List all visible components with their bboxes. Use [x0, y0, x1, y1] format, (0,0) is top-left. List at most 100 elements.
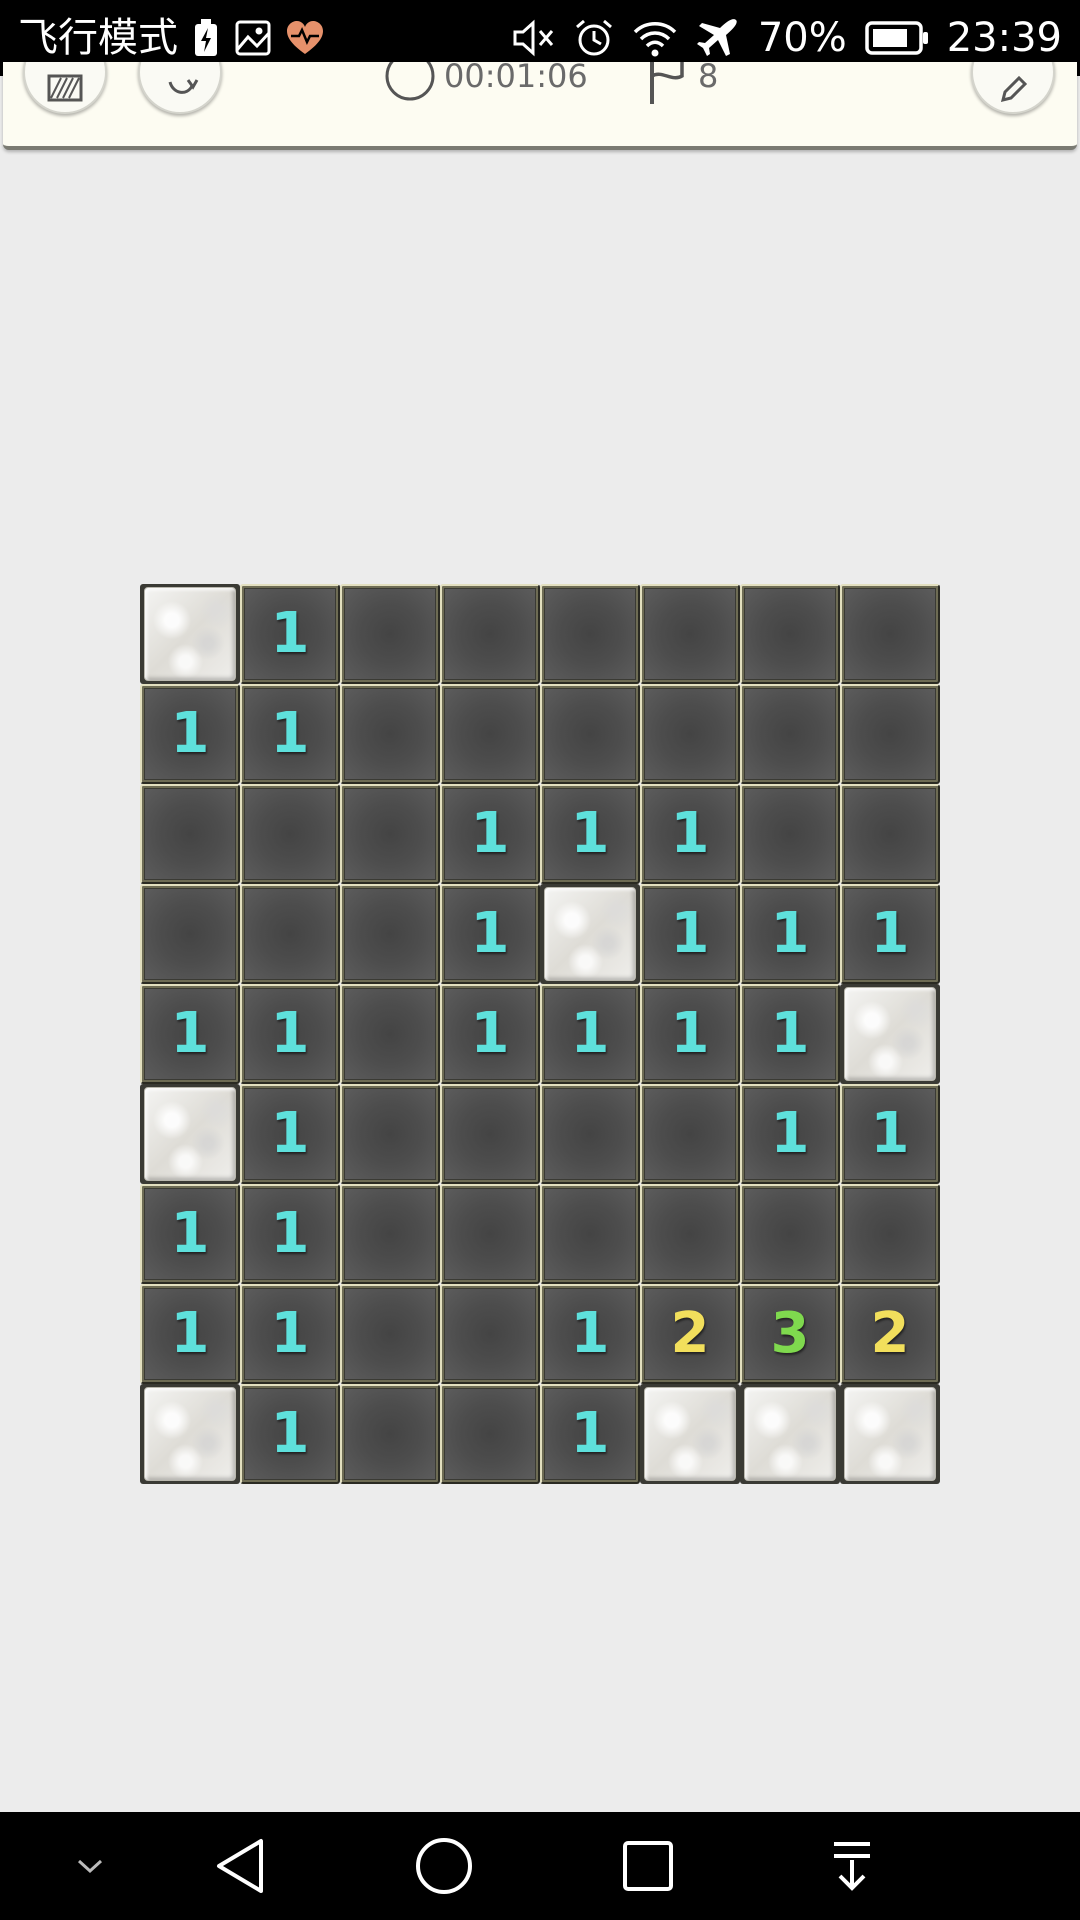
- revealed-empty-cell[interactable]: [840, 584, 940, 684]
- revealed-empty-cell[interactable]: [340, 1084, 440, 1184]
- number-cell[interactable]: 1: [240, 1084, 340, 1184]
- number-cell[interactable]: 1: [240, 1184, 340, 1284]
- wifi-icon: [632, 18, 678, 58]
- revealed-empty-cell[interactable]: [840, 784, 940, 884]
- recents-button[interactable]: [588, 1812, 708, 1920]
- number-cell[interactable]: 1: [640, 984, 740, 1084]
- number-cell[interactable]: 3: [740, 1284, 840, 1384]
- cell-number: 1: [570, 1001, 610, 1066]
- revealed-empty-cell[interactable]: [640, 1084, 740, 1184]
- covered-cell[interactable]: [840, 984, 940, 1084]
- heart-rate-icon: [286, 20, 324, 56]
- revealed-empty-cell[interactable]: [340, 984, 440, 1084]
- covered-cell[interactable]: [640, 1384, 740, 1484]
- revealed-empty-cell[interactable]: [540, 684, 640, 784]
- revealed-empty-cell[interactable]: [840, 684, 940, 784]
- revealed-empty-cell[interactable]: [740, 684, 840, 784]
- number-cell[interactable]: 1: [740, 984, 840, 1084]
- number-cell[interactable]: 1: [540, 984, 640, 1084]
- revealed-empty-cell[interactable]: [440, 584, 540, 684]
- number-cell[interactable]: 1: [440, 984, 540, 1084]
- revealed-empty-cell[interactable]: [740, 1184, 840, 1284]
- number-cell[interactable]: 1: [840, 1084, 940, 1184]
- revealed-empty-cell[interactable]: [640, 1184, 740, 1284]
- number-cell[interactable]: 1: [640, 884, 740, 984]
- revealed-empty-cell[interactable]: [340, 1184, 440, 1284]
- number-cell[interactable]: 1: [740, 884, 840, 984]
- number-cell[interactable]: 1: [140, 1284, 240, 1384]
- number-cell[interactable]: 1: [540, 784, 640, 884]
- cell-number: 1: [770, 901, 810, 966]
- cell-stone-cover: [144, 1387, 236, 1481]
- revealed-empty-cell[interactable]: [440, 1384, 540, 1484]
- revealed-empty-cell[interactable]: [340, 684, 440, 784]
- revealed-empty-cell[interactable]: [640, 584, 740, 684]
- covered-cell[interactable]: [140, 1384, 240, 1484]
- number-cell[interactable]: 1: [240, 584, 340, 684]
- notification-pull-button[interactable]: [792, 1812, 912, 1920]
- revealed-empty-cell[interactable]: [540, 1184, 640, 1284]
- revealed-empty-cell[interactable]: [140, 784, 240, 884]
- revealed-empty-cell[interactable]: [540, 1084, 640, 1184]
- revealed-empty-cell[interactable]: [440, 1284, 540, 1384]
- cell-number: 1: [170, 1301, 210, 1366]
- revealed-empty-cell[interactable]: [340, 884, 440, 984]
- revealed-empty-cell[interactable]: [340, 784, 440, 884]
- battery-icon: [864, 20, 929, 56]
- revealed-empty-cell[interactable]: [240, 884, 340, 984]
- cell-number: 1: [670, 1001, 710, 1066]
- revealed-empty-cell[interactable]: [640, 684, 740, 784]
- revealed-empty-cell[interactable]: [340, 1384, 440, 1484]
- revealed-empty-cell[interactable]: [340, 1284, 440, 1384]
- number-cell[interactable]: 1: [240, 684, 340, 784]
- edit-mode-button[interactable]: [971, 62, 1055, 114]
- number-cell[interactable]: 1: [540, 1284, 640, 1384]
- back-icon: [213, 1836, 269, 1896]
- back-button[interactable]: [181, 1812, 301, 1920]
- chevron-down-icon: [74, 1855, 106, 1877]
- number-cell[interactable]: 1: [140, 684, 240, 784]
- number-cell[interactable]: 1: [240, 1284, 340, 1384]
- revealed-empty-cell[interactable]: [740, 784, 840, 884]
- revealed-empty-cell[interactable]: [740, 584, 840, 684]
- home-icon: [414, 1836, 474, 1896]
- airplane-icon: [696, 18, 740, 58]
- revealed-empty-cell[interactable]: [440, 1184, 540, 1284]
- number-cell[interactable]: 1: [240, 984, 340, 1084]
- revealed-empty-cell[interactable]: [340, 584, 440, 684]
- number-cell[interactable]: 1: [540, 1384, 640, 1484]
- cell-number: 1: [470, 801, 510, 866]
- number-cell[interactable]: 1: [740, 1084, 840, 1184]
- covered-cell[interactable]: [740, 1384, 840, 1484]
- number-cell[interactable]: 2: [840, 1284, 940, 1384]
- number-cell[interactable]: 1: [440, 784, 540, 884]
- home-button[interactable]: [384, 1812, 504, 1920]
- number-cell[interactable]: 1: [840, 884, 940, 984]
- covered-cell[interactable]: [140, 584, 240, 684]
- number-cell[interactable]: 1: [140, 1184, 240, 1284]
- number-cell[interactable]: 2: [640, 1284, 740, 1384]
- restart-button[interactable]: [138, 62, 222, 114]
- revealed-empty-cell[interactable]: [440, 1084, 540, 1184]
- covered-cell[interactable]: [540, 884, 640, 984]
- revealed-empty-cell[interactable]: [240, 784, 340, 884]
- board-size-button[interactable]: [23, 62, 107, 114]
- alarm-icon: [574, 18, 614, 58]
- revealed-empty-cell[interactable]: [540, 584, 640, 684]
- number-cell[interactable]: 1: [240, 1384, 340, 1484]
- revealed-empty-cell[interactable]: [440, 684, 540, 784]
- number-cell[interactable]: 1: [440, 884, 540, 984]
- battery-charging-icon: [192, 18, 220, 58]
- image-icon: [234, 19, 272, 57]
- revealed-empty-cell[interactable]: [840, 1184, 940, 1284]
- number-cell[interactable]: 1: [640, 784, 740, 884]
- revealed-empty-cell[interactable]: [140, 884, 240, 984]
- number-cell[interactable]: 1: [140, 984, 240, 1084]
- restart-icon: [160, 76, 200, 104]
- cell-number: 1: [670, 901, 710, 966]
- cell-number: 1: [870, 901, 910, 966]
- covered-cell[interactable]: [140, 1084, 240, 1184]
- hide-nav-button[interactable]: [30, 1812, 150, 1920]
- cell-stone-cover: [144, 587, 236, 681]
- covered-cell[interactable]: [840, 1384, 940, 1484]
